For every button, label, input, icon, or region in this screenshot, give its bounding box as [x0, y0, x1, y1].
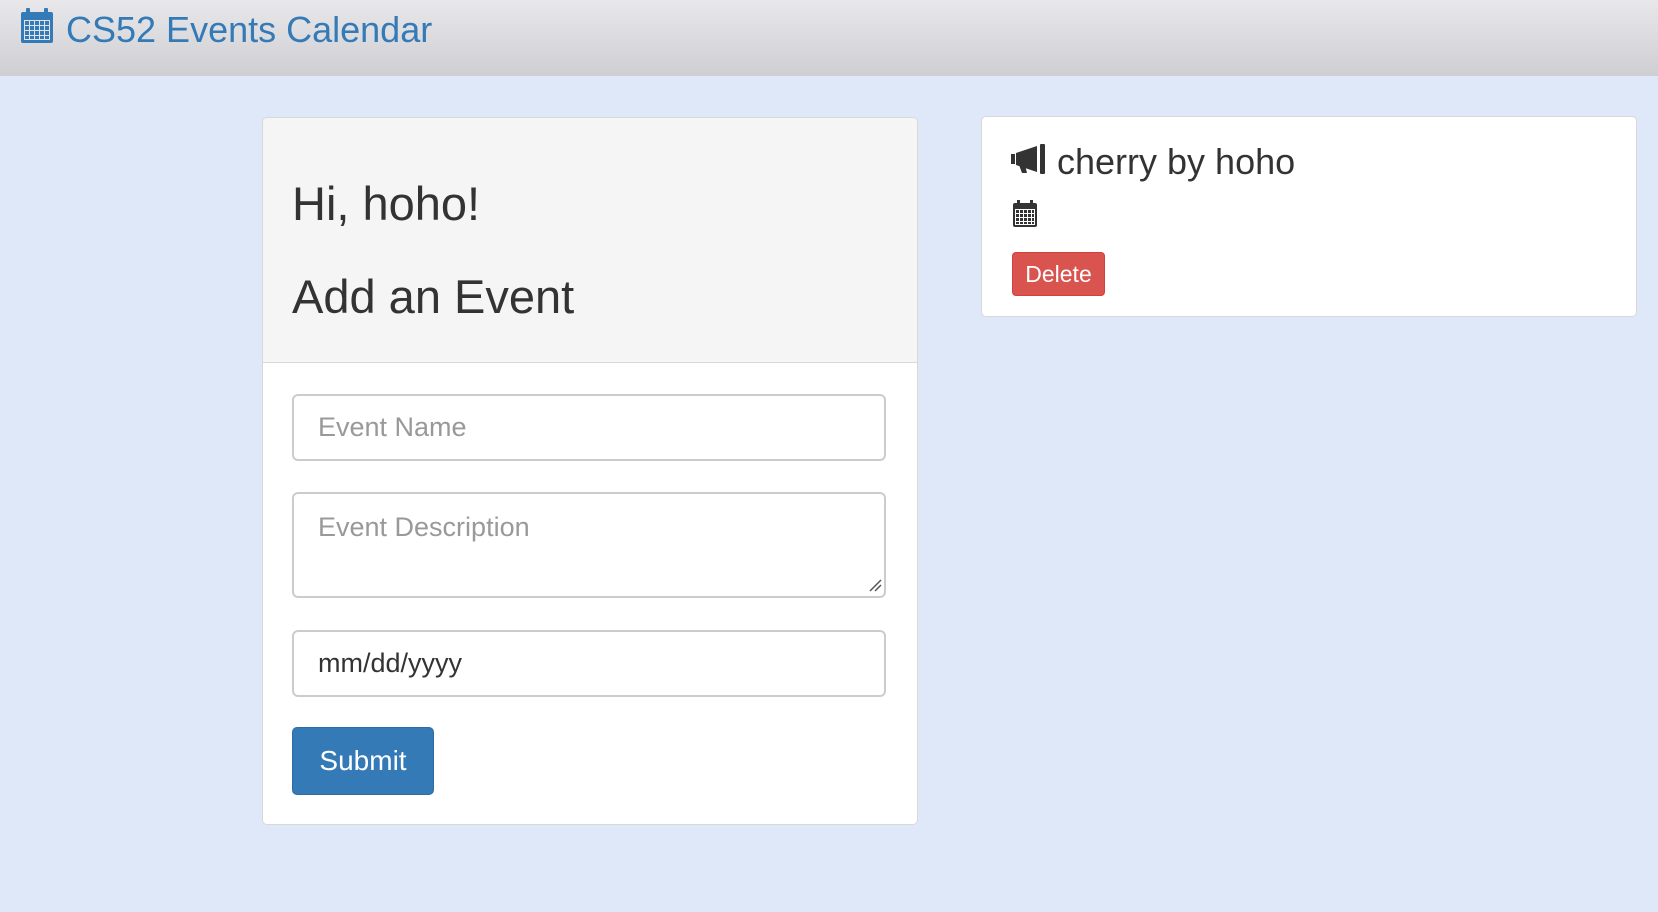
event-title: cherry by hoho: [1057, 141, 1296, 182]
event-title-row: cherry by hoho: [1009, 141, 1295, 183]
panel-header: Hi, hoho! Add an Event: [263, 118, 917, 363]
greeting-heading: Hi, hoho!: [292, 177, 481, 230]
submit-button[interactable]: Submit: [292, 727, 434, 795]
calendar-icon: [20, 7, 66, 53]
event-description-input[interactable]: [292, 492, 886, 598]
event-card: cherry by hoho Delete: [981, 116, 1637, 317]
event-date-input[interactable]: mm/dd/yyyy: [292, 630, 886, 697]
navbar: CS52 Events Calendar: [0, 0, 1658, 76]
calendar-icon: [1012, 200, 1038, 233]
bullhorn-icon: [1009, 141, 1057, 183]
event-name-input[interactable]: [292, 394, 886, 461]
resize-handle-icon[interactable]: [868, 578, 882, 592]
brand-link[interactable]: CS52 Events Calendar: [20, 7, 433, 53]
add-event-heading: Add an Event: [292, 270, 575, 323]
add-event-panel: Hi, hoho! Add an Event mm/dd/yyyy Submit: [262, 117, 918, 825]
date-input-value: mm/dd/yyyy: [318, 648, 463, 678]
brand-title: CS52 Events Calendar: [66, 9, 433, 50]
delete-button[interactable]: Delete: [1012, 252, 1105, 296]
